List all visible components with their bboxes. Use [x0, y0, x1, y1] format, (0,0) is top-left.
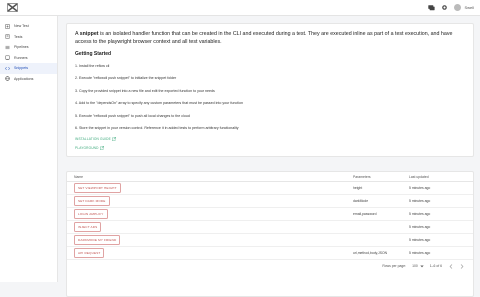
rows-per-page-select[interactable]: 100	[412, 264, 424, 268]
installation-guide-link[interactable]: INSTALLATION GUIDE	[75, 134, 465, 143]
external-link-icon	[100, 145, 104, 150]
snippet-name-chip[interactable]: LOGIN AMPLIFY	[74, 209, 108, 219]
column-header-parameters[interactable]: Parameters	[353, 175, 409, 179]
sidebar-item-new-test[interactable]: New Test	[0, 21, 57, 32]
sidebar-item-snippets[interactable]: Snippets	[0, 63, 57, 74]
external-link-icon	[112, 136, 117, 141]
list-item: 5. Execute "reflowcli push snippet" to p…	[75, 113, 190, 118]
pipeline-icon	[5, 45, 10, 50]
table-row[interactable]: SET VIEWPORT HEIGHT height 5 minutes ago	[67, 182, 473, 195]
list-item: 1. Install the reflow cli	[75, 64, 110, 68]
table-row[interactable]: API REQUEST url,method,body,JSON 5 minut…	[67, 247, 473, 260]
row-updated: 5 minutes ago	[409, 199, 431, 203]
row-parameters: email,password	[353, 212, 377, 216]
chevron-right-icon	[460, 263, 463, 269]
table-row[interactable]: INJECT ADS 5 minutes ago	[67, 221, 473, 234]
table-row[interactable]: LOGIN AMPLIFY email,password 5 minutes a…	[67, 208, 473, 221]
snippet-name-chip[interactable]: DARKMODE MY FRIEND	[74, 235, 121, 245]
row-updated: 5 minutes ago	[409, 238, 431, 242]
playground-link[interactable]: PLAYGROUND	[75, 143, 465, 152]
snippet-icon	[5, 66, 10, 71]
sidebar-item-label: New Test	[14, 24, 29, 29]
column-header-last-updated[interactable]: Last updated	[409, 175, 473, 179]
row-parameters: url,method,body,JSON	[353, 251, 388, 255]
table-row[interactable]: SET DARK MODE darkMode 5 minutes ago	[67, 195, 473, 208]
row-updated: 5 minutes ago	[409, 212, 431, 216]
getting-started-heading: Getting Started	[75, 51, 112, 57]
steps-list: 1. Install the reflow cli 2. Execute "re…	[75, 60, 465, 134]
link-label: INSTALLATION GUIDE	[75, 136, 111, 141]
sidebar-item-label: Tests	[14, 34, 23, 39]
row-updated: 5 minutes ago	[409, 186, 431, 190]
intro-body: is an isolated handler function that can…	[75, 31, 453, 45]
snippets-table: Name Parameters Last updated SET VIEWPOR…	[66, 171, 474, 297]
top-bar: Swell	[0, 0, 480, 16]
sidebar-item-tests[interactable]: Tests	[0, 32, 57, 43]
row-parameters: height	[353, 186, 363, 190]
app-logo[interactable]	[6, 3, 18, 13]
chevron-left-icon	[449, 263, 452, 269]
runner-icon	[5, 55, 10, 61]
row-updated: 5 minutes ago	[409, 225, 431, 229]
pagination-range: 1–6 of 6	[429, 264, 442, 268]
sidebar: New Test Tests Pipelines Runners Snippet…	[0, 16, 58, 282]
table-header: Name Parameters Last updated	[67, 172, 473, 182]
column-header-name[interactable]: Name	[67, 175, 353, 179]
main-content: A snippet is an isolated handler functio…	[66, 23, 474, 297]
sidebar-item-pipelines[interactable]: Pipelines	[0, 42, 57, 53]
document-icon	[5, 34, 10, 40]
table-row[interactable]: DARKMODE MY FRIEND 5 minutes ago	[67, 234, 473, 247]
snippet-name-chip[interactable]: SET DARK MODE	[74, 196, 110, 206]
sidebar-item-label: Runners	[14, 55, 28, 60]
chevron-down-icon	[420, 265, 424, 267]
table-pagination: Rows per page: 100 1–6 of 6	[67, 260, 473, 272]
link-label: PLAYGROUND	[75, 145, 99, 150]
list-item: 6. Store the snippet in your version con…	[75, 125, 239, 130]
sidebar-item-applications[interactable]: Applications	[0, 74, 57, 85]
list-item: 4. Add to the "dependsOn" array to speci…	[75, 101, 243, 106]
sidebar-item-label: Snippets	[14, 66, 28, 71]
list-item: 2. Execute "reflowcli push snippet" to i…	[75, 76, 177, 81]
snippet-name-chip[interactable]: INJECT ADS	[74, 222, 102, 232]
rows-per-page-label: Rows per page:	[382, 264, 407, 268]
rows-per-page-value: 100	[412, 264, 418, 268]
sidebar-item-label: Applications	[14, 76, 34, 81]
theme-toggle-icon[interactable]	[441, 4, 448, 11]
row-parameters: darkMode	[353, 199, 369, 203]
list-item: 3. Copy the provided snippet into a new …	[75, 88, 215, 93]
snippet-intro-card: A snippet is an isolated handler functio…	[66, 23, 474, 157]
sidebar-item-label: Pipelines	[14, 45, 29, 50]
user-menu[interactable]: Swell	[454, 4, 474, 11]
user-name: Swell	[464, 5, 474, 10]
intro-description: A snippet is an isolated handler functio…	[75, 31, 465, 46]
snippet-name-chip[interactable]: API REQUEST	[74, 248, 105, 258]
plus-icon	[5, 23, 10, 29]
previous-page-button[interactable]	[448, 263, 453, 269]
row-updated: 5 minutes ago	[409, 251, 431, 255]
next-page-button[interactable]	[459, 263, 464, 269]
intro-keyword: snippet	[79, 31, 99, 37]
snippet-name-chip[interactable]: SET VIEWPORT HEIGHT	[74, 183, 121, 193]
globe-icon	[5, 76, 10, 82]
sidebar-item-runners[interactable]: Runners	[0, 53, 57, 64]
avatar	[454, 4, 462, 11]
chat-icon[interactable]	[428, 4, 436, 11]
